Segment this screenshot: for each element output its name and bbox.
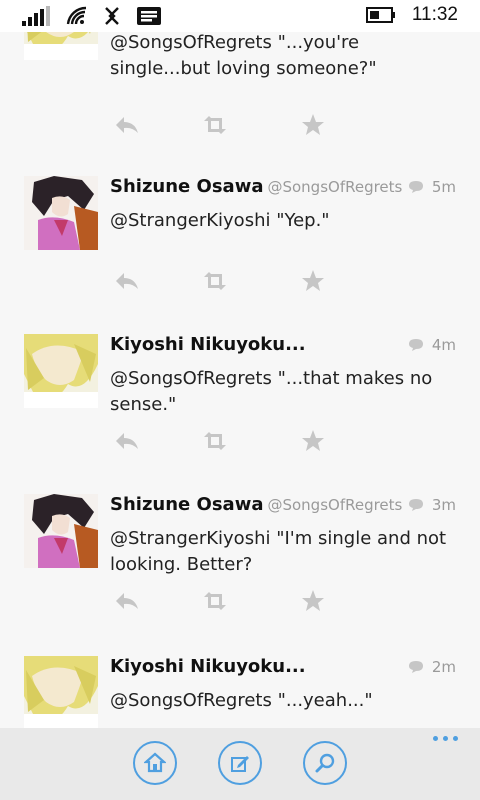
status-bar: 11:32 [0, 0, 480, 32]
compose-button[interactable] [218, 741, 262, 785]
status-icons [22, 6, 162, 26]
retweet-icon[interactable] [200, 426, 230, 456]
author-name[interactable]: Shizune Osawa [110, 176, 263, 197]
tweet-item[interactable]: Kiyoshi Nikuyoku... 2m @SongsOfRegrets "… [0, 656, 480, 728]
wifi-icon [66, 6, 87, 25]
tweet-meta: 2m [408, 658, 456, 676]
tweet-text: @StrangerKiyoshi "I'm single and not loo… [110, 528, 447, 575]
reply-bubble-icon [408, 181, 423, 193]
tweet-item[interactable]: Shizune Osawa @SongsOfRegrets 3m @Strange… [0, 494, 480, 654]
blonde-avatar-image [24, 334, 98, 408]
search-button[interactable] [303, 741, 347, 785]
battery-icon [365, 7, 395, 23]
app-bar [0, 728, 480, 800]
tweet-header: Shizune Osawa @SongsOfRegrets 5m [110, 176, 456, 202]
reply-bubble-icon [408, 339, 423, 351]
blonde-avatar-image [24, 656, 98, 728]
avatar[interactable] [24, 176, 98, 250]
tweet-header: Shizune Osawa @SongsOfRegrets 3m [110, 494, 456, 520]
tweet-header: Kiyoshi Nikuyoku... 2m [110, 656, 456, 682]
clock: 11:32 [411, 4, 458, 25]
tweet-actions [112, 266, 342, 296]
avatar[interactable] [24, 334, 98, 408]
tweet-item[interactable]: Shizune Osawa @SongsOfRegrets 5m @Strange… [0, 176, 480, 336]
data-icon [105, 7, 119, 25]
message-icon [137, 7, 161, 25]
reply-bubble-icon [408, 499, 423, 511]
tweet-meta: 5m [408, 178, 456, 196]
tweet-item[interactable]: Kiyoshi Nikuyoku... 4m @SongsOfRegrets "… [0, 334, 480, 494]
darkhair-avatar-image [24, 494, 98, 568]
signal-icon [22, 6, 50, 26]
retweet-icon[interactable] [200, 586, 230, 616]
tweet-time: 3m [431, 496, 456, 514]
darkhair-avatar-image [24, 176, 98, 250]
avatar[interactable] [24, 656, 98, 728]
tweet-header: Kiyoshi Nikuyoku... 4m [110, 334, 456, 360]
avatar[interactable] [24, 494, 98, 568]
reply-icon[interactable] [112, 110, 142, 140]
tweet-actions [112, 426, 342, 456]
reply-bubble-icon [408, 661, 423, 673]
author-handle[interactable]: @SongsOfRegrets [267, 496, 402, 514]
favorite-icon[interactable] [298, 110, 328, 140]
author-handle[interactable]: @SongsOfRegrets [267, 178, 402, 196]
home-icon [144, 752, 166, 773]
status-right: 11:32 [365, 4, 458, 26]
tweet-meta: 4m [408, 336, 456, 354]
tweet-text: @StrangerKiyoshi "Yep." [110, 210, 330, 231]
compose-icon [231, 756, 249, 772]
favorite-icon[interactable] [298, 266, 328, 296]
tweet-actions [112, 586, 342, 616]
tweet-time: 2m [431, 658, 456, 676]
author-name[interactable]: Kiyoshi Nikuyoku... [110, 656, 306, 677]
tweet-text: @SongsOfRegrets "...you're single...but … [110, 32, 377, 79]
search-icon [315, 753, 335, 773]
retweet-icon[interactable] [200, 110, 230, 140]
tweet-time: 4m [431, 336, 456, 354]
favorite-icon[interactable] [298, 426, 328, 456]
retweet-icon[interactable] [200, 266, 230, 296]
reply-icon[interactable] [112, 586, 142, 616]
home-button[interactable] [133, 741, 177, 785]
reply-icon[interactable] [112, 426, 142, 456]
author-name[interactable]: Shizune Osawa [110, 494, 263, 515]
more-icon[interactable] [433, 736, 458, 741]
tweet-time: 5m [431, 178, 456, 196]
author-name[interactable]: Kiyoshi Nikuyoku... [110, 334, 306, 355]
tweet-text: @SongsOfRegrets "...that makes no sense.… [110, 368, 433, 415]
tweet-meta: 3m [408, 496, 456, 514]
tweet-feed[interactable]: @SongsOfRegrets "...you're single...but … [0, 0, 480, 728]
tweet-actions [112, 110, 342, 140]
reply-icon[interactable] [112, 266, 142, 296]
favorite-icon[interactable] [298, 586, 328, 616]
tweet-text: @SongsOfRegrets "...yeah..." [110, 690, 373, 711]
